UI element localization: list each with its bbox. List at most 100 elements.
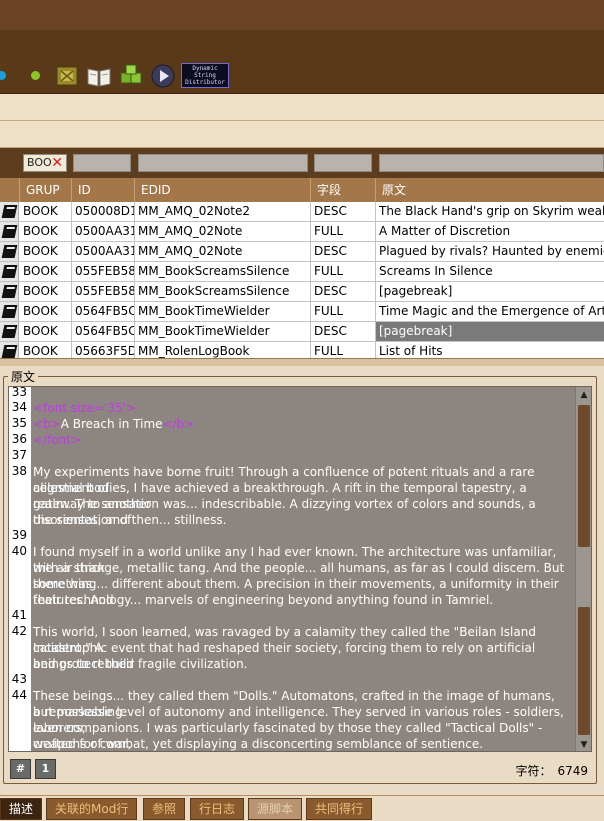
table-row[interactable]: BOOK 0500AA31 MM_AMQ_02Note FULL A Matte… <box>0 222 604 242</box>
tab-source-script[interactable]: 源脚本 <box>248 798 303 820</box>
cell-edid[interactable]: MM_AMQ_02Note <box>135 222 311 241</box>
line-number: 35 <box>11 416 27 430</box>
heading-text: A Breach in Time <box>60 417 163 431</box>
cell-source-text[interactable]: Time Magic and the Emergence of Artifici… <box>376 302 604 321</box>
cell-source-text[interactable]: List of Hits <box>376 342 604 358</box>
cell-field[interactable]: DESC <box>311 282 376 301</box>
tab-row-log[interactable]: 行日志 <box>190 798 245 820</box>
tab-shared-rows[interactable]: 共同得行 <box>306 798 373 820</box>
cell-id[interactable]: 05663F5D <box>72 342 135 358</box>
bold-close-tag: </b> <box>162 417 195 431</box>
table-row[interactable]: BOOK 05663F5D MM_RolenLogBook FULL List … <box>0 342 604 358</box>
scrollbar-track-segment[interactable] <box>578 607 590 735</box>
cubes-icon[interactable] <box>118 63 144 89</box>
cell-id[interactable]: 055FEB58 <box>72 282 135 301</box>
cell-id[interactable]: 0500AA31 <box>72 222 135 241</box>
cell-source-text[interactable]: Screams In Silence <box>376 262 604 281</box>
dynamic-string-distributor-button[interactable]: Dynamic String Distributor <box>181 63 229 88</box>
grid-header-icon-column[interactable] <box>0 178 20 202</box>
cell-id[interactable]: 050008D1 <box>72 202 135 221</box>
cell-source-text[interactable]: [pagebreak] <box>376 282 604 301</box>
cell-id[interactable]: 0564FB5C <box>72 322 135 341</box>
cell-grup[interactable]: BOOK <box>20 302 72 321</box>
source-text-group-label: 原文 <box>8 368 39 385</box>
green-status-icon[interactable] <box>31 71 40 80</box>
tab-references[interactable]: 参照 <box>143 798 186 820</box>
line-number: 45 <box>9 750 27 751</box>
book-icon[interactable] <box>86 63 112 89</box>
cell-edid[interactable]: MM_BookTimeWielder <box>135 322 311 341</box>
line-number: 34 <box>11 400 27 414</box>
cell-source-text[interactable]: A Matter of Discretion <box>376 222 604 241</box>
table-row[interactable]: BOOK 050008D1 MM_AMQ_02Note2 DESC The Bl… <box>0 202 604 222</box>
text-filter-input[interactable] <box>379 154 604 172</box>
table-row-selected[interactable]: BOOK 0564FB5C MM_BookTimeWielder DESC [p… <box>0 322 604 342</box>
cell-grup[interactable]: BOOK <box>20 202 72 221</box>
package-icon[interactable] <box>55 63 81 89</box>
book-record-icon <box>0 282 19 301</box>
table-row[interactable]: BOOK 055FEB58 MM_BookScreamsSilence FULL… <box>0 262 604 282</box>
cell-grup[interactable]: BOOK <box>20 222 72 241</box>
cell-edid[interactable]: MM_BookScreamsSilence <box>135 282 311 301</box>
table-row[interactable]: BOOK 055FEB58 MM_BookScreamsSilence DESC… <box>0 282 604 302</box>
edid-filter-input[interactable] <box>138 154 308 172</box>
cell-source-text[interactable]: The Black Hand's grip on Skyrim weakens. <box>376 202 604 221</box>
column-header-field[interactable]: 字段 <box>311 178 376 202</box>
cell-source-text-selected[interactable]: [pagebreak] <box>376 322 604 341</box>
cell-field[interactable]: FULL <box>311 262 376 281</box>
dsd-label-line: Distributor <box>185 79 225 86</box>
line-number: 40 <box>11 544 27 558</box>
bold-open-tag: <b> <box>33 417 61 431</box>
field-filter-input[interactable] <box>314 154 372 172</box>
cell-edid[interactable]: MM_BookScreamsSilence <box>135 262 311 281</box>
cell-edid[interactable]: MM_AMQ_02Note <box>135 242 311 261</box>
cell-edid[interactable]: MM_BookTimeWielder <box>135 302 311 321</box>
cell-field[interactable]: DESC <box>311 322 376 341</box>
cell-field[interactable]: DESC <box>311 242 376 261</box>
tab-description[interactable]: 描述 <box>0 798 43 820</box>
play-icon[interactable] <box>150 63 176 89</box>
scrollbar-thumb[interactable] <box>578 405 590 547</box>
cell-edid[interactable]: MM_RolenLogBook <box>135 342 311 358</box>
cell-id[interactable]: 055FEB58 <box>72 262 135 281</box>
column-header-id[interactable]: ID <box>72 178 135 202</box>
character-count-value: 6749 <box>557 764 588 778</box>
cell-grup[interactable]: BOOK <box>20 342 72 358</box>
line-number: 42 <box>11 624 27 638</box>
clear-filter-icon[interactable]: ✕ <box>51 155 63 171</box>
splitter-handle[interactable] <box>0 358 604 366</box>
cell-field[interactable]: FULL <box>311 302 376 321</box>
cell-grup[interactable]: BOOK <box>20 282 72 301</box>
scroll-up-icon[interactable]: ▲ <box>576 387 591 403</box>
blue-status-icon[interactable] <box>0 71 6 80</box>
one-button[interactable]: 1 <box>35 759 56 779</box>
column-header-source-text[interactable]: 原文 <box>376 178 604 202</box>
code-line: </font> <box>33 432 575 448</box>
column-header-grup[interactable]: GRUP <box>20 178 72 202</box>
grup-filter-input[interactable]: BOO ✕ <box>23 154 67 172</box>
cell-grup[interactable]: BOOK <box>20 322 72 341</box>
cell-grup[interactable]: BOOK <box>20 242 72 261</box>
cell-id[interactable]: 0500AA31 <box>72 242 135 261</box>
cell-field[interactable]: FULL <box>311 222 376 241</box>
line-number: 36 <box>11 432 27 446</box>
column-header-edid[interactable]: EDID <box>135 178 311 202</box>
tab-related-mod-rows[interactable]: 关联的Mod行 <box>46 798 138 820</box>
paragraph-line: the senses, and then... stillness. <box>33 513 227 527</box>
cell-source-text[interactable]: Plagued by rivals? Haunted by enemies? O <box>376 242 604 261</box>
cell-grup[interactable]: BOOK <box>20 262 72 281</box>
scroll-down-icon[interactable]: ▼ <box>576 737 591 751</box>
cell-field[interactable]: FULL <box>311 342 376 358</box>
line-number-gutter: 33 34 35 36 37 38 39 40 41 42 43 44 45 <box>9 387 31 751</box>
cell-edid[interactable]: MM_AMQ_02Note2 <box>135 202 311 221</box>
table-row[interactable]: BOOK 0564FB5C MM_BookTimeWielder FULL Ti… <box>0 302 604 322</box>
info-band <box>0 94 604 121</box>
dsd-label-line: Dynamic <box>192 65 218 72</box>
id-filter-input[interactable] <box>73 154 131 172</box>
cell-field[interactable]: DESC <box>311 202 376 221</box>
source-text-editor[interactable]: 33 34 35 36 37 38 39 40 41 42 43 44 45 <… <box>8 386 592 752</box>
hash-button[interactable]: # <box>10 759 31 779</box>
table-row[interactable]: BOOK 0500AA31 MM_AMQ_02Note DESC Plagued… <box>0 242 604 262</box>
editor-scrollbar[interactable]: ▲ ▼ <box>575 387 591 751</box>
cell-id[interactable]: 0564FB5C <box>72 302 135 321</box>
